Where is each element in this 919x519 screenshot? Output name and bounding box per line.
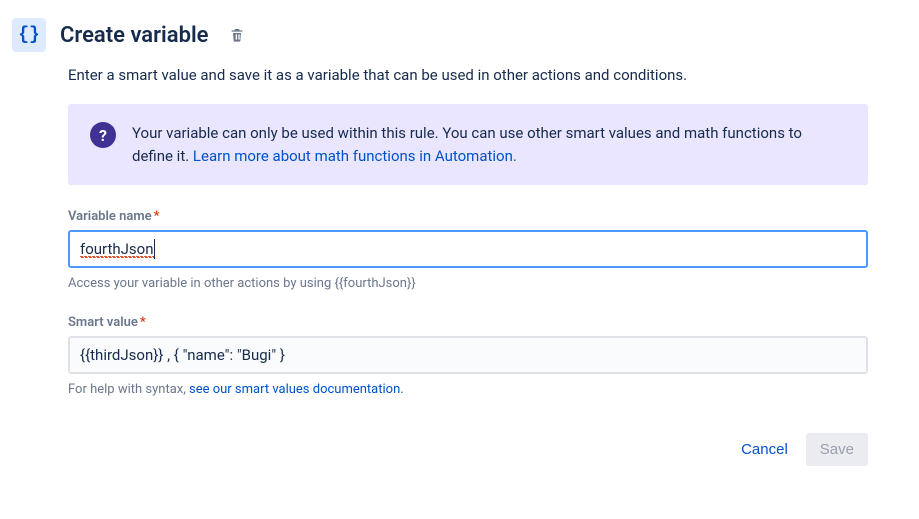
smart-values-doc-link[interactable]: see our smart values documentation. [189,382,404,397]
info-panel: ? Your variable can only be used within … [68,104,868,185]
smart-value-label: Smart value* [68,315,868,330]
question-icon: ? [90,122,116,148]
text-caret [154,239,155,259]
smart-value-field: Smart value* For help with syntax, see o… [68,315,868,397]
save-button[interactable]: Save [806,433,868,466]
cancel-button[interactable]: Cancel [727,433,802,466]
trash-icon [229,27,245,43]
variable-name-field: Variable name* fourthJson Access your va… [68,209,868,291]
variable-name-input[interactable] [68,230,868,268]
spellcheck-underline [80,256,154,258]
info-text: Your variable can only be used within th… [132,122,846,167]
variable-name-input-wrap: fourthJson [68,230,868,268]
required-asterisk: * [154,209,160,224]
learn-more-link[interactable]: Learn more about math functions in Autom… [193,147,517,165]
delete-action-button[interactable] [225,23,249,47]
page-title: Create variable [60,23,209,48]
braces-icon: {} [12,18,46,52]
smart-value-input[interactable] [68,336,868,374]
content-area: Enter a smart value and save it as a var… [68,66,868,466]
header: {} Create variable [12,18,907,52]
smart-value-helper: For help with syntax, see our smart valu… [68,382,868,397]
create-variable-panel: {} Create variable Enter a smart value a… [0,0,919,478]
variable-name-helper: Access your variable in other actions by… [68,276,868,291]
description-text: Enter a smart value and save it as a var… [68,66,868,84]
variable-name-label: Variable name* [68,209,868,224]
footer-actions: Cancel Save [68,433,868,466]
required-asterisk: * [140,315,146,330]
